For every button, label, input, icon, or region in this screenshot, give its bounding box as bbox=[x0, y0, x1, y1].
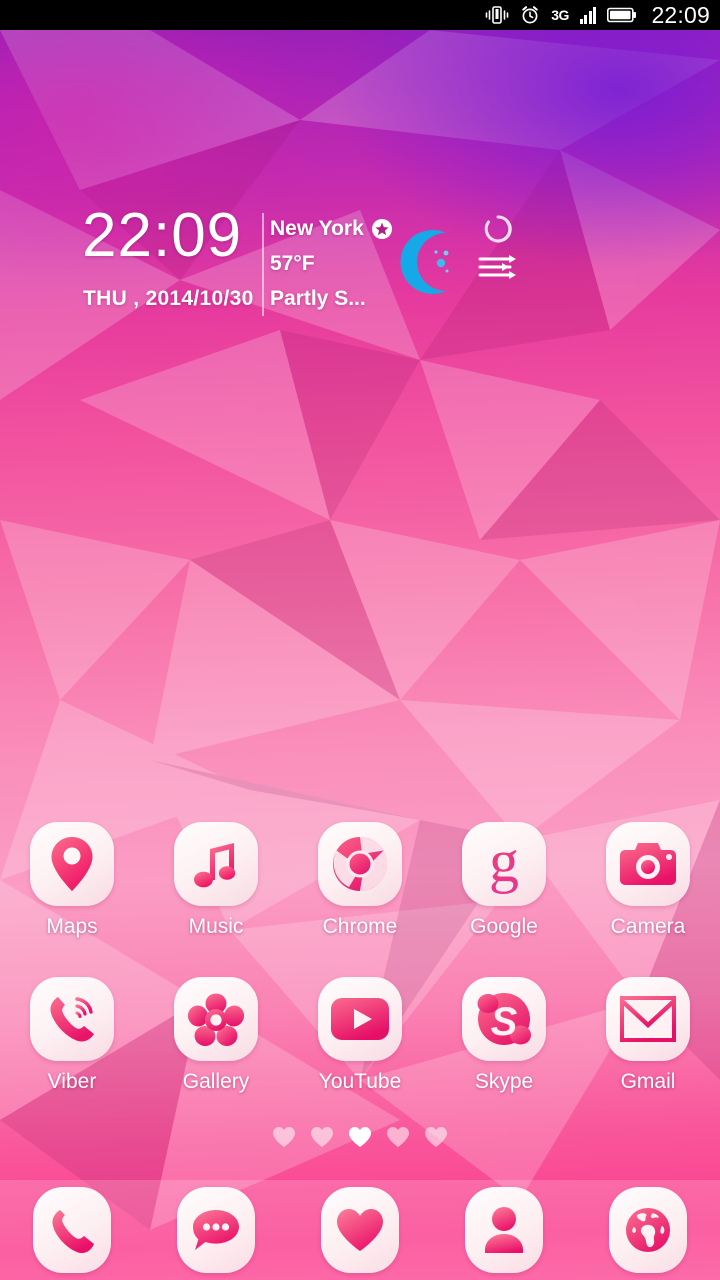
viber-phone-icon bbox=[50, 997, 94, 1042]
crescent-moon-icon bbox=[400, 230, 449, 294]
battery-icon bbox=[607, 7, 637, 23]
status-bar: 3G 22:09 bbox=[0, 0, 720, 30]
app-icon-maps[interactable]: Maps bbox=[0, 822, 144, 977]
google-g-icon: g bbox=[489, 833, 519, 894]
dock-item-phone[interactable] bbox=[0, 1187, 144, 1273]
person-icon bbox=[485, 1207, 523, 1253]
app-icon-viber[interactable]: Viber bbox=[0, 977, 144, 1132]
app-icon-gallery[interactable]: Gallery bbox=[144, 977, 288, 1132]
page-dot-active[interactable] bbox=[348, 1126, 372, 1148]
weather-info[interactable]: New York 57°F Partly S... bbox=[270, 217, 420, 311]
app-tile[interactable] bbox=[318, 822, 402, 906]
dock-item-contacts[interactable] bbox=[432, 1187, 576, 1273]
dock-item-messages[interactable] bbox=[144, 1187, 288, 1273]
app-row: Maps Music Chrome g Google Camera bbox=[0, 822, 720, 977]
app-tile[interactable]: g bbox=[462, 822, 546, 906]
heart-icon bbox=[337, 1209, 383, 1251]
app-label: Gallery bbox=[182, 1070, 250, 1093]
app-tile[interactable] bbox=[30, 977, 114, 1061]
dock-tile[interactable] bbox=[177, 1187, 255, 1273]
dock-tile[interactable] bbox=[33, 1187, 111, 1273]
signal-icon bbox=[579, 6, 597, 24]
dock-tile[interactable] bbox=[609, 1187, 687, 1273]
app-label: Chrome bbox=[322, 915, 398, 938]
app-icon-gmail[interactable]: Gmail bbox=[576, 977, 720, 1132]
page-indicator bbox=[0, 1126, 720, 1148]
page-dot[interactable] bbox=[424, 1126, 448, 1148]
app-icon-music[interactable]: Music bbox=[144, 822, 288, 977]
star-badge-icon bbox=[371, 219, 392, 239]
svg-text:S: S bbox=[491, 1000, 518, 1044]
app-label: Music bbox=[188, 915, 244, 938]
widget-clock-time: 22:09 bbox=[82, 201, 243, 270]
widget-date: THU , 2014/10/30 bbox=[83, 287, 254, 310]
refresh-icon[interactable] bbox=[482, 213, 514, 245]
chat-bubble-icon bbox=[193, 1210, 239, 1250]
music-note-icon bbox=[194, 843, 236, 888]
camera-icon bbox=[620, 843, 676, 885]
app-label: Gmail bbox=[620, 1070, 676, 1093]
home-screen: 3G 22:09 22:09 THU , 2014/10/30 New York bbox=[0, 0, 720, 1280]
clock-weather-widget[interactable]: 22:09 THU , 2014/10/30 New York 57°F Par… bbox=[70, 205, 530, 320]
weather-city-row: New York bbox=[270, 217, 420, 241]
dock-tile[interactable] bbox=[321, 1187, 399, 1273]
app-tile[interactable] bbox=[30, 822, 114, 906]
dock-tile[interactable] bbox=[465, 1187, 543, 1273]
app-tile[interactable] bbox=[318, 977, 402, 1061]
app-grid: Maps Music Chrome g Google Camera Viber … bbox=[0, 822, 720, 1132]
skype-icon: S bbox=[477, 993, 531, 1045]
dock bbox=[0, 1180, 720, 1280]
app-icon-skype[interactable]: S Skype bbox=[432, 977, 576, 1132]
youtube-icon bbox=[331, 998, 389, 1040]
app-icon-google[interactable]: g Google bbox=[432, 822, 576, 977]
app-tile[interactable] bbox=[606, 977, 690, 1061]
app-tile[interactable] bbox=[174, 822, 258, 906]
app-label: Skype bbox=[474, 1070, 534, 1093]
app-label: Maps bbox=[46, 915, 98, 938]
app-tile[interactable] bbox=[606, 822, 690, 906]
dock-item-browser[interactable] bbox=[576, 1187, 720, 1273]
dock-item-favorites[interactable] bbox=[288, 1187, 432, 1273]
app-label: Camera bbox=[610, 915, 686, 938]
sliders-icon[interactable] bbox=[476, 253, 520, 281]
weather-condition: Partly S... bbox=[270, 287, 366, 310]
phone-handset-icon bbox=[52, 1210, 94, 1253]
weather-temperature: 57°F bbox=[270, 252, 315, 275]
flower-icon bbox=[188, 993, 244, 1047]
network-type-label: 3G bbox=[551, 7, 569, 23]
app-row: Viber Gallery YouTube S Skype Gmail bbox=[0, 977, 720, 1132]
app-icon-camera[interactable]: Camera bbox=[576, 822, 720, 977]
app-icon-youtube[interactable]: YouTube bbox=[288, 977, 432, 1132]
gmail-envelope-icon bbox=[620, 996, 676, 1042]
status-bar-clock: 22:09 bbox=[651, 1, 710, 28]
app-icon-chrome[interactable]: Chrome bbox=[288, 822, 432, 977]
widget-divider bbox=[262, 213, 264, 316]
svg-text:g: g bbox=[489, 833, 519, 894]
page-dot[interactable] bbox=[386, 1126, 410, 1148]
app-label: Google bbox=[470, 915, 538, 938]
weather-city: New York bbox=[270, 217, 364, 240]
app-label: YouTube bbox=[318, 1070, 402, 1093]
app-label: Viber bbox=[47, 1070, 97, 1093]
page-dot[interactable] bbox=[272, 1126, 296, 1148]
globe-icon bbox=[626, 1208, 670, 1252]
app-tile[interactable]: S bbox=[462, 977, 546, 1061]
maps-pin-icon bbox=[51, 837, 93, 891]
vibrate-icon bbox=[485, 6, 509, 24]
app-tile[interactable] bbox=[174, 977, 258, 1061]
alarm-icon bbox=[522, 6, 539, 24]
page-dot[interactable] bbox=[310, 1126, 334, 1148]
chrome-icon bbox=[333, 836, 388, 892]
